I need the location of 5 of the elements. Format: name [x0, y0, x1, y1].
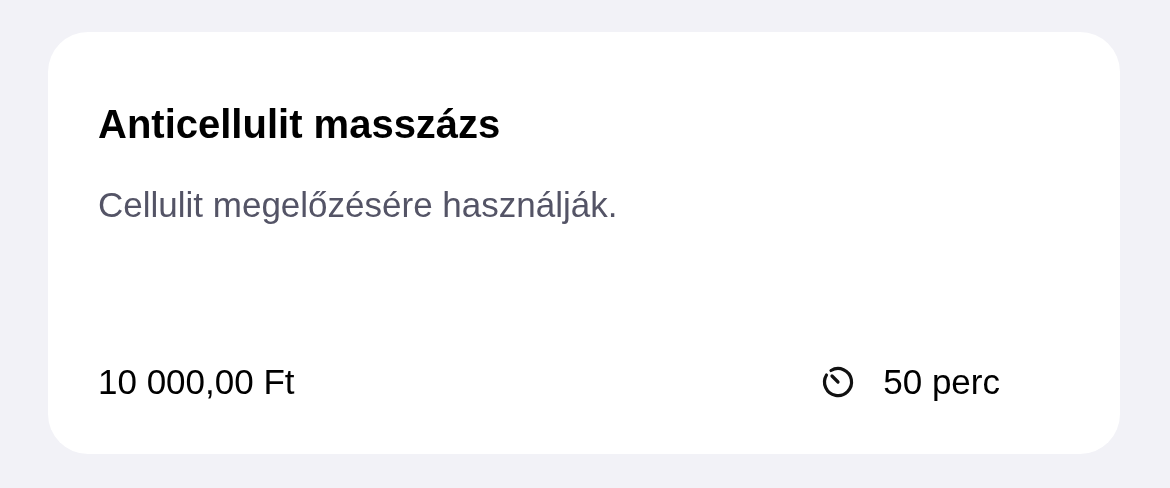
service-title: Anticellulit masszázs [98, 101, 502, 148]
price: 10 000,00 Ft [98, 362, 295, 402]
timer-icon [821, 365, 856, 399]
service-description: Cellulit megelőzésére használják. [98, 184, 619, 226]
duration: 50 perc [883, 362, 1000, 402]
